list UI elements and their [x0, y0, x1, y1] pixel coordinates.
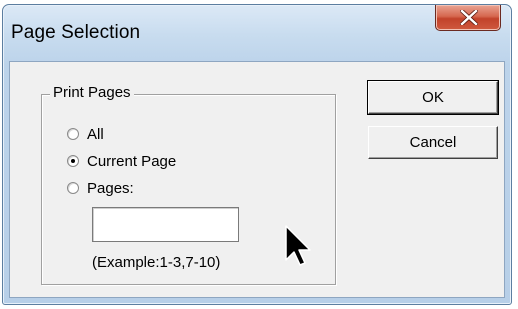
close-x-icon	[460, 10, 478, 25]
pages-input[interactable]	[92, 207, 239, 242]
dialog-client-area: Print Pages All Current Page Pages: (Exa…	[9, 61, 505, 298]
example-hint: (Example:1-3,7-10)	[92, 254, 221, 271]
cancel-button[interactable]: Cancel	[368, 126, 498, 159]
radio-pages[interactable]	[67, 182, 79, 194]
ok-button[interactable]: OK	[367, 80, 499, 115]
close-button[interactable]	[435, 5, 501, 31]
radio-all[interactable]	[67, 128, 79, 140]
radio-option-pages[interactable]: Pages:	[67, 178, 134, 198]
group-label: Print Pages	[50, 84, 134, 101]
radio-current-page[interactable]	[67, 155, 79, 167]
radio-all-label[interactable]: All	[87, 126, 104, 143]
radio-current-page-label[interactable]: Current Page	[87, 153, 176, 170]
dialog-window: Page Selection Print Pages All Current P…	[2, 4, 512, 305]
window-title: Page Selection	[11, 22, 141, 43]
radio-option-current-page[interactable]: Current Page	[67, 151, 176, 171]
radio-pages-label[interactable]: Pages:	[87, 180, 134, 197]
radio-option-all[interactable]: All	[67, 124, 104, 144]
mouse-pointer-icon	[285, 225, 311, 266]
